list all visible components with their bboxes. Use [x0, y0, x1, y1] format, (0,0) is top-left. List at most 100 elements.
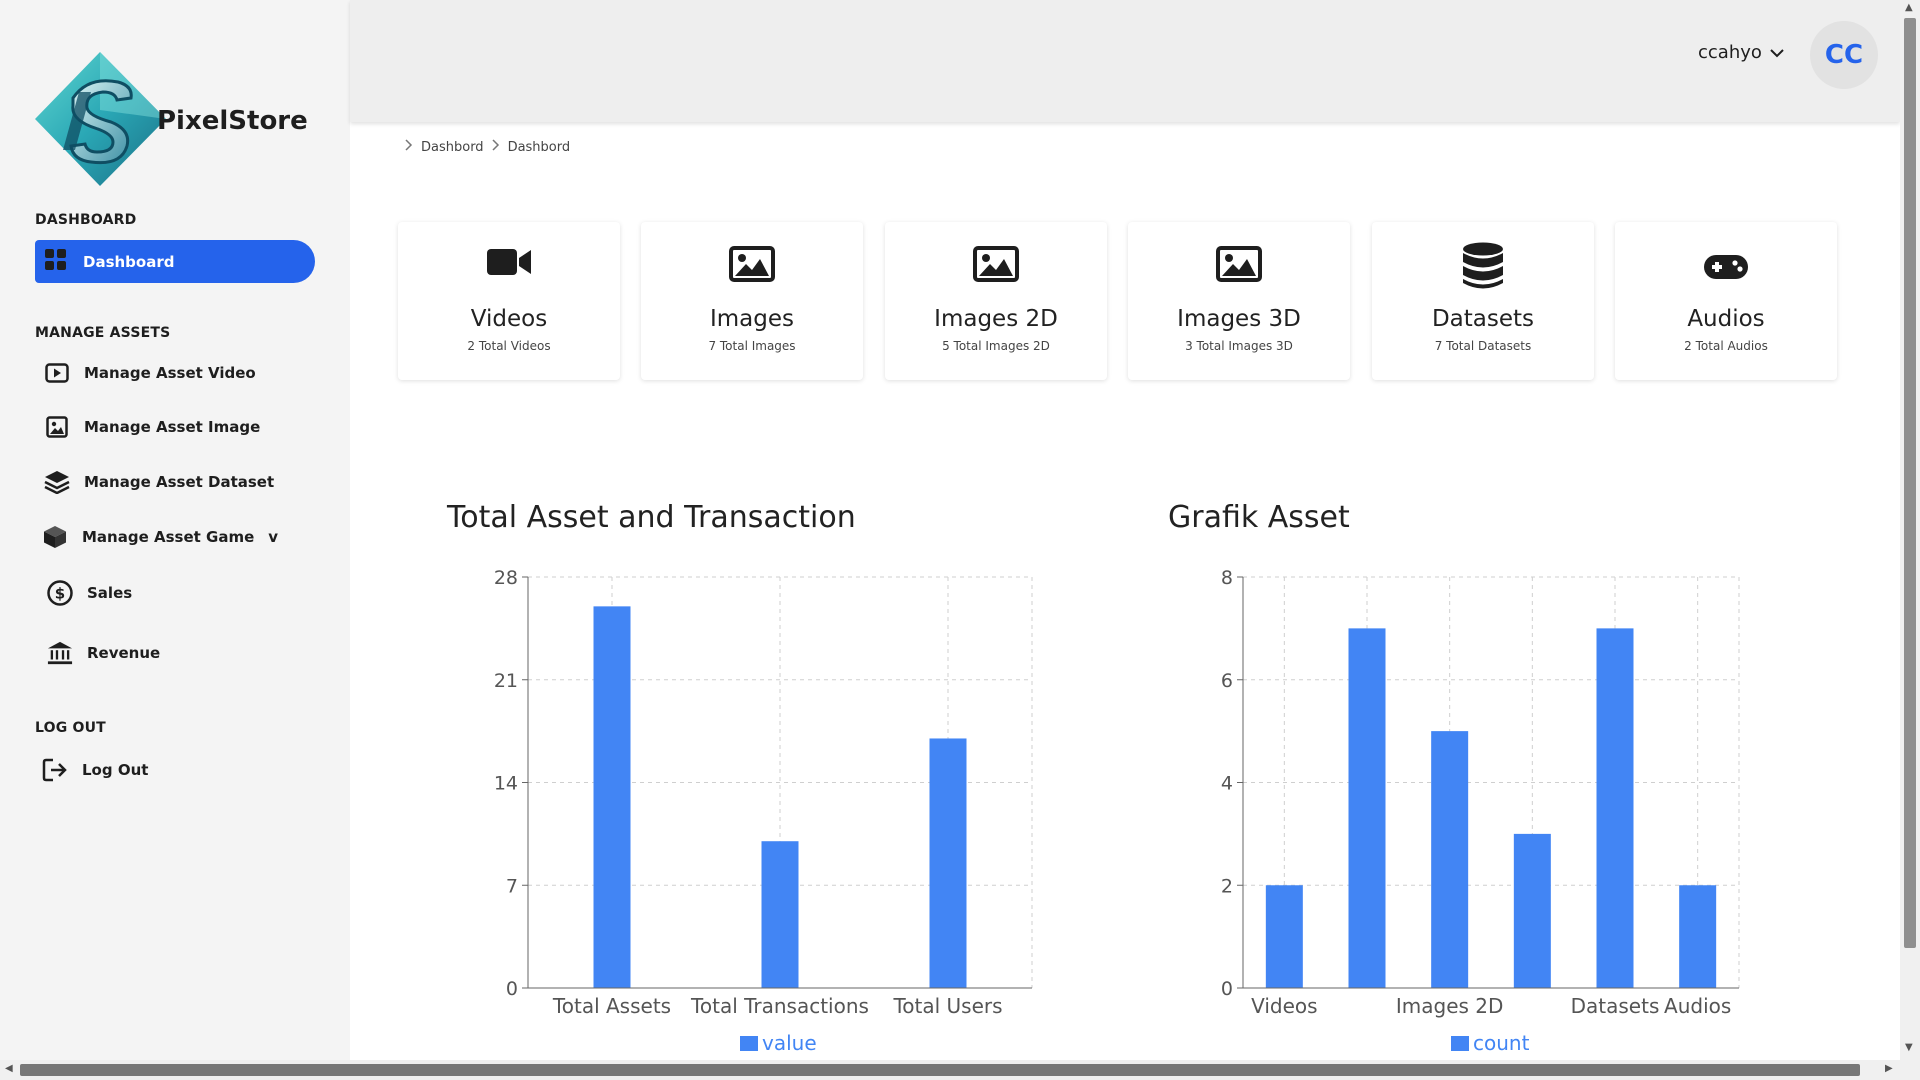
image-icon — [1128, 246, 1350, 282]
y-tick-label: 4 — [1221, 773, 1233, 795]
sidebar-item-label: Revenue — [87, 644, 161, 662]
expand-indicator: v — [268, 528, 279, 546]
card-title: Videos — [470, 306, 548, 332]
sidebar-item-label: Manage Asset Dataset — [84, 473, 275, 491]
bar-chart-total-asset-transaction: 0 7 14 21 28 Total Assets Total Transactions To… — [494, 567, 1033, 1055]
cube-icon — [42, 524, 68, 550]
chart-bar — [1431, 731, 1469, 988]
card-title: Audios — [1687, 306, 1765, 332]
card-subtitle: 2 Total Videos — [467, 339, 551, 353]
y-tick-label: 28 — [494, 567, 518, 589]
chart-legend: value — [740, 1031, 817, 1055]
card-subtitle: 3 Total Images 3D — [1185, 339, 1293, 353]
logout-icon — [42, 757, 68, 783]
sidebar-item-revenue[interactable]: Revenue — [47, 640, 160, 666]
card-subtitle: 2 Total Audios — [1684, 339, 1768, 353]
y-tick-label: 14 — [494, 773, 518, 795]
gamepad-icon — [1615, 254, 1837, 280]
database-icon — [1372, 242, 1594, 290]
card-subtitle: 7 Total Datasets — [1434, 339, 1532, 353]
username: ccahyo — [1698, 42, 1762, 63]
chart-bar — [761, 841, 799, 988]
chart-bar — [1679, 885, 1717, 988]
vertical-scrollbar[interactable]: ▲ ▼ — [1900, 0, 1920, 1060]
x-tick-label: Datasets — [1571, 994, 1660, 1018]
stat-card-images-3d[interactable]: Images 3D 3 Total Images 3D — [1128, 222, 1350, 380]
brand[interactable] — [33, 50, 168, 188]
x-tick-label: Total Users — [892, 994, 1002, 1018]
horizontal-scrollbar[interactable]: ◀ ▶ — [0, 1060, 1920, 1080]
user-menu[interactable]: ccahyo — [1698, 42, 1784, 63]
sidebar-item-manage-asset-dataset[interactable]: Manage Asset Dataset — [44, 469, 274, 495]
legend-swatch — [740, 1036, 758, 1051]
y-tick-label: 7 — [506, 875, 518, 897]
breadcrumb: Dashbord Dashbord — [405, 139, 570, 155]
breadcrumb-item[interactable]: Dashbord — [508, 140, 571, 155]
sidebar-item-manage-asset-video[interactable]: Manage Asset Video — [44, 360, 256, 386]
sidebar-item-label: Manage Asset Image — [84, 418, 261, 436]
sidebar-item-label: Manage Asset Video — [84, 364, 256, 382]
y-tick-label: 8 — [1221, 567, 1233, 589]
card-title: Images 3D — [1177, 306, 1301, 332]
chart-title: Total Asset and Transaction — [447, 500, 856, 535]
scroll-left-arrow-icon[interactable]: ◀ — [5, 1063, 13, 1074]
scroll-right-arrow-icon[interactable]: ▶ — [1885, 1063, 1893, 1074]
legend-swatch — [1451, 1036, 1469, 1051]
card-title: Images — [709, 306, 794, 332]
image-icon — [885, 246, 1107, 282]
chevron-right-icon — [405, 139, 413, 155]
y-tick-label: 0 — [1221, 978, 1233, 1000]
legend-label: value — [762, 1031, 817, 1055]
y-tick-label: 21 — [494, 670, 518, 692]
sidebar-item-dashboard[interactable]: Dashboard — [35, 240, 315, 283]
pixelstore-logo — [33, 50, 168, 188]
bar-chart-grafik-asset: 0 2 4 6 8 Videos Images 2D Datasets Audios count — [1221, 567, 1740, 1055]
y-tick-label: 6 — [1221, 670, 1233, 692]
card-subtitle: 5 Total Images 2D — [942, 339, 1050, 353]
chart-bar — [1596, 628, 1634, 988]
sidebar-item-manage-asset-game[interactable]: Manage Asset Game v — [42, 524, 278, 550]
scroll-up-arrow-icon[interactable]: ▲ — [1905, 2, 1913, 13]
dollar-icon: $ — [47, 580, 73, 606]
chart-bar — [929, 738, 967, 988]
chart-bar — [593, 606, 631, 988]
bank-icon — [47, 640, 73, 666]
sidebar-item-manage-asset-image[interactable]: Manage Asset Image — [44, 414, 260, 440]
x-tick-label: Total Assets — [552, 994, 671, 1018]
video-play-icon — [44, 360, 70, 386]
y-tick-label: 0 — [506, 978, 518, 1000]
stat-card-images-2d[interactable]: Images 2D 5 Total Images 2D — [885, 222, 1107, 380]
card-title: Datasets — [1431, 306, 1535, 332]
chevron-down-icon — [1770, 42, 1784, 63]
chart-bar — [1348, 628, 1386, 988]
brand-name: PixelStore — [157, 106, 308, 136]
section-dashboard: DASHBOARD — [35, 212, 137, 228]
chart-bar — [1513, 833, 1551, 988]
image-icon — [44, 414, 70, 440]
breadcrumb-item[interactable]: Dashbord — [421, 140, 484, 155]
svg-text:$: $ — [55, 585, 65, 603]
chart-bar — [1265, 885, 1303, 988]
horizontal-scroll-thumb[interactable] — [20, 1064, 1860, 1076]
stat-card-videos[interactable]: Videos 2 Total Videos — [398, 222, 620, 380]
stat-card-datasets[interactable]: Datasets 7 Total Datasets — [1372, 222, 1594, 380]
avatar[interactable]: CC — [1810, 21, 1878, 89]
sidebar-item-sales[interactable]: $ Sales — [47, 580, 132, 606]
sidebar-item-logout[interactable]: Log Out — [42, 757, 148, 783]
card-title: Images 2D — [934, 306, 1058, 332]
stat-card-audios[interactable]: Audios 2 Total Audios — [1615, 222, 1837, 380]
x-tick-label: Audios — [1664, 994, 1731, 1018]
card-subtitle: 7 Total Images — [708, 339, 796, 353]
sidebar-item-label: Dashboard — [83, 252, 175, 271]
dashboard-grid-icon — [44, 248, 68, 276]
section-logout: LOG OUT — [35, 720, 106, 736]
top-header — [350, 0, 1900, 122]
scroll-down-arrow-icon[interactable]: ▼ — [1905, 1042, 1913, 1053]
chart-legend: count — [1451, 1031, 1530, 1055]
chevron-right-icon — [492, 139, 500, 155]
stat-card-images[interactable]: Images 7 Total Images — [641, 222, 863, 380]
y-tick-label: 2 — [1221, 875, 1233, 897]
vertical-scroll-thumb[interactable] — [1904, 18, 1916, 948]
sidebar: PixelStore DASHBOARD Dashboard MANAGE AS… — [0, 0, 350, 1060]
video-camera-icon — [398, 246, 620, 278]
